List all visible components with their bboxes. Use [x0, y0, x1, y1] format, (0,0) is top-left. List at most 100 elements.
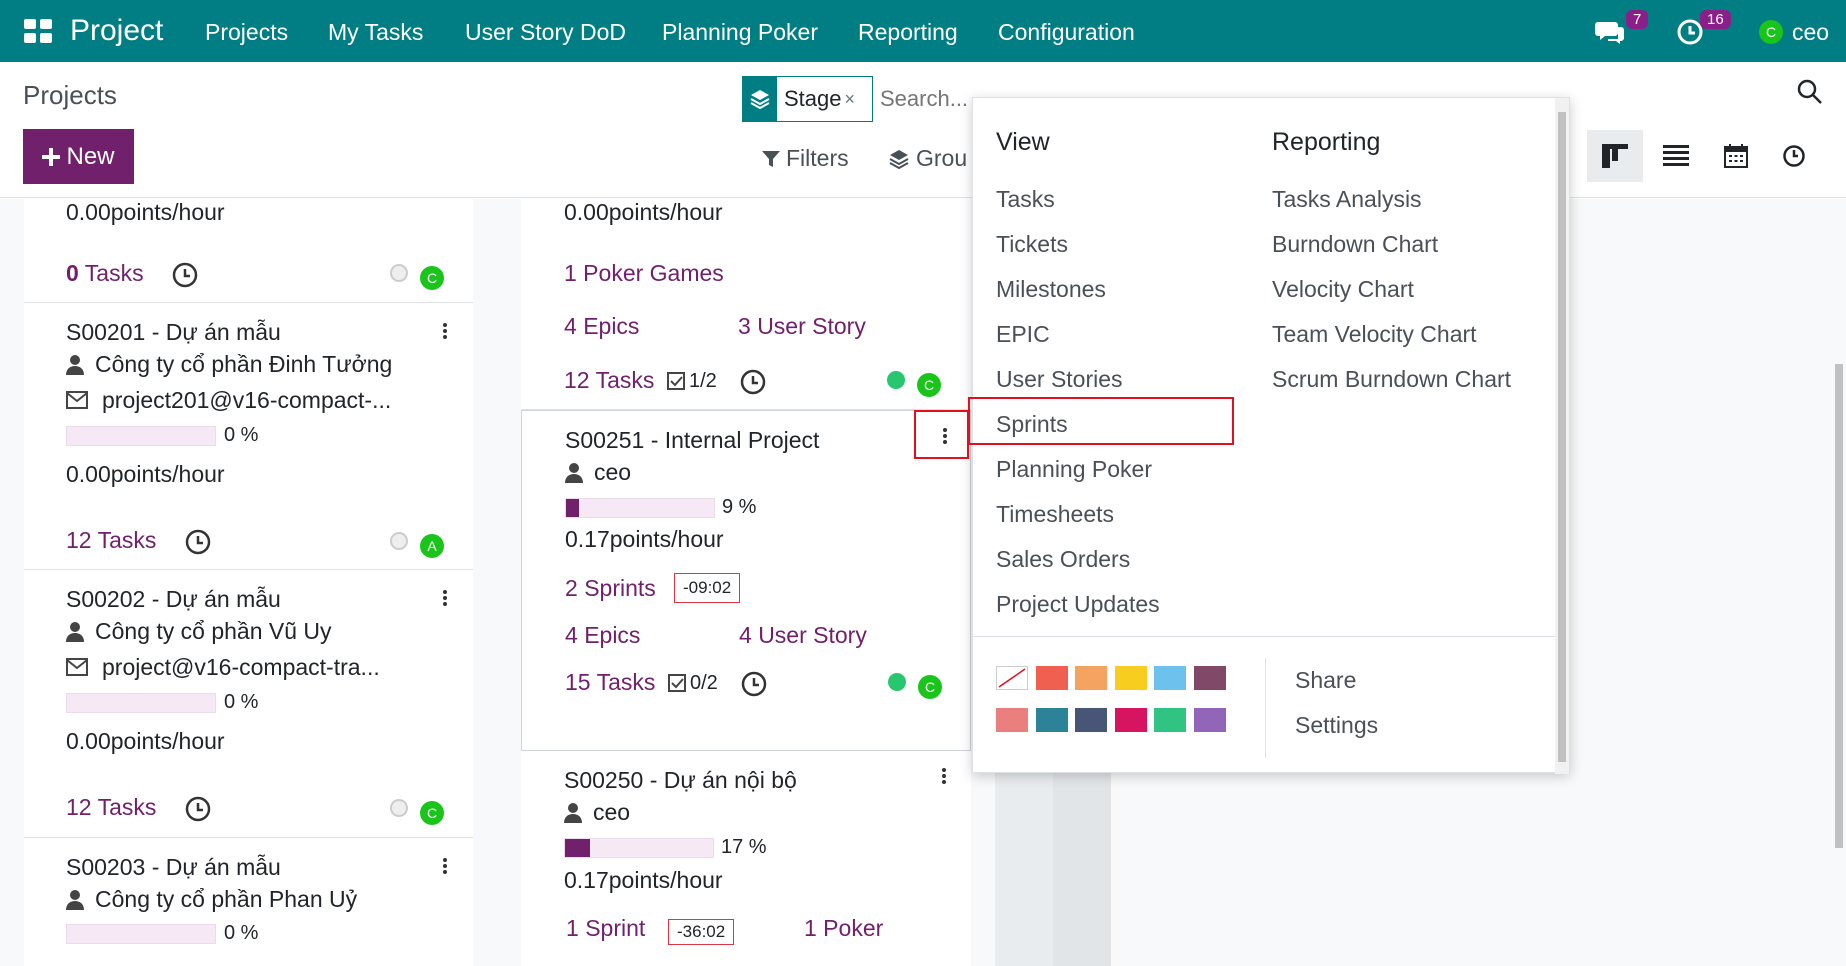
facet-remove-icon[interactable]: ×	[845, 89, 856, 110]
status-dot[interactable]	[390, 799, 408, 817]
customer-name: Công ty cổ phần Phan Uỷ	[95, 886, 358, 912]
list-view-button[interactable]	[1648, 130, 1704, 182]
color-swatch-purple[interactable]	[1194, 708, 1226, 732]
progress-text: 0 %	[224, 424, 259, 446]
user-avatar[interactable]: C	[1759, 20, 1783, 44]
search-icon[interactable]	[1796, 78, 1826, 108]
dropdown-item-velocity-chart[interactable]: Velocity Chart	[1272, 276, 1414, 303]
activity-clock-icon[interactable]	[739, 368, 767, 401]
dropdown-item-tickets[interactable]: Tickets	[996, 231, 1068, 258]
page-scrollbar[interactable]	[1832, 199, 1846, 966]
card-kebab-icon[interactable]	[440, 588, 450, 610]
kanban-view-button[interactable]	[1587, 130, 1643, 182]
user-avatar[interactable]: A	[420, 534, 444, 558]
dropdown-item-epic[interactable]: EPIC	[996, 321, 1050, 348]
sprints-link[interactable]: 1 Sprint	[566, 915, 645, 942]
groupby-toggle[interactable]: Grou	[888, 145, 967, 172]
user-avatar[interactable]: C	[918, 675, 942, 699]
project-card[interactable]: S00203 - Dự án mẫu Công ty cổ phần Phan …	[24, 838, 473, 966]
dropdown-item-sales-orders[interactable]: Sales Orders	[996, 546, 1130, 573]
search-input[interactable]	[880, 80, 980, 118]
status-dot[interactable]	[390, 532, 408, 550]
project-card[interactable]: S00202 - Dự án mẫu Công ty cổ phần Vũ Uy…	[24, 570, 473, 838]
calendar-view-button[interactable]	[1708, 130, 1764, 182]
dropdown-item-timesheets[interactable]: Timesheets	[996, 501, 1114, 528]
poker-games-link[interactable]: 1 Poker Games	[564, 260, 724, 287]
color-swatch-medium-blue[interactable]	[1036, 708, 1068, 732]
status-dot[interactable]	[887, 371, 905, 389]
activity-clock-icon[interactable]	[740, 670, 768, 703]
color-swatch-dark-purple[interactable]	[1194, 666, 1226, 690]
color-swatch-none[interactable]	[996, 666, 1028, 690]
user-avatar[interactable]: C	[420, 801, 444, 825]
menu-configuration[interactable]: Configuration	[998, 19, 1135, 46]
color-swatch-fuchsia[interactable]	[1115, 708, 1147, 732]
search-facet-stage[interactable]: Stage ×	[742, 76, 873, 122]
project-email[interactable]: project@v16-compact-tra...	[102, 654, 380, 681]
poker-games-link[interactable]: 1 Poker	[804, 915, 883, 942]
user-story-link[interactable]: 4 User Story	[739, 622, 867, 649]
color-swatch-dark-blue[interactable]	[1075, 708, 1107, 732]
dropdown-item-tasks-analysis[interactable]: Tasks Analysis	[1272, 186, 1422, 213]
activity-clock-icon[interactable]	[171, 261, 199, 294]
project-title: S00250 - Dự án nội bộ	[564, 767, 797, 793]
menu-my-tasks[interactable]: My Tasks	[328, 19, 423, 46]
activity-clock-icon[interactable]	[184, 795, 212, 828]
project-card[interactable]: S00201 - Dự án mẫu Công ty cổ phần Đinh …	[24, 303, 473, 570]
dropdown-item-project-updates[interactable]: Project Updates	[996, 591, 1160, 618]
epics-link[interactable]: 4 Epics	[564, 313, 639, 340]
activity-view-button[interactable]	[1766, 130, 1822, 182]
dropdown-item-team-velocity-chart[interactable]: Team Velocity Chart	[1272, 321, 1477, 348]
dropdown-item-scrum-burndown-chart[interactable]: Scrum Burndown Chart	[1272, 366, 1511, 393]
project-card[interactable]: 0.00points/hour 1 Poker Games 4 Epics 3 …	[521, 199, 971, 410]
user-name[interactable]: ceo	[1792, 19, 1829, 46]
tasks-link[interactable]: 15 Tasks	[565, 669, 655, 696]
progress-bar	[66, 693, 216, 713]
page-title[interactable]: Projects	[23, 80, 117, 111]
epics-link[interactable]: 4 Epics	[565, 622, 640, 649]
user-avatar[interactable]: C	[917, 373, 941, 397]
color-swatch-salmon[interactable]	[996, 708, 1028, 732]
filters-toggle[interactable]: Filters	[762, 145, 849, 172]
menu-planning-poker[interactable]: Planning Poker	[662, 19, 818, 46]
user-story-link[interactable]: 3 User Story	[738, 313, 866, 340]
new-button[interactable]: New	[23, 129, 134, 184]
dropdown-item-tasks[interactable]: Tasks	[996, 186, 1055, 213]
dropdown-item-milestones[interactable]: Milestones	[996, 276, 1106, 303]
sprints-link[interactable]: 2 Sprints	[565, 575, 656, 602]
tasks-link[interactable]: 0 Tasks	[66, 260, 144, 287]
color-swatch-light-blue[interactable]	[1154, 666, 1186, 690]
tasks-link[interactable]: 12 Tasks	[66, 794, 156, 821]
menu-user-story-dod[interactable]: User Story DoD	[465, 19, 626, 46]
app-brand[interactable]: Project	[70, 14, 163, 48]
project-email[interactable]: project201@v16-compact-...	[102, 387, 391, 414]
status-dot[interactable]	[888, 673, 906, 691]
epics-label: Epics	[583, 313, 640, 339]
card-kebab-icon[interactable]	[440, 321, 450, 343]
apps-menu-icon[interactable]	[24, 19, 52, 43]
dropdown-item-planning-poker[interactable]: Planning Poker	[996, 456, 1152, 483]
project-card-internal[interactable]: S00251 - Internal Project ceo 9 % 0.17po…	[521, 410, 971, 751]
activity-badge: 16	[1700, 10, 1731, 29]
messages-icon[interactable]	[1595, 18, 1625, 46]
tasks-link[interactable]: 12 Tasks	[564, 367, 654, 394]
dropdown-item-share[interactable]: Share	[1295, 667, 1356, 694]
activity-clock-icon[interactable]	[184, 528, 212, 561]
dropdown-item-user-stories[interactable]: User Stories	[996, 366, 1123, 393]
status-dot[interactable]	[390, 264, 408, 282]
dropdown-item-settings[interactable]: Settings	[1295, 712, 1378, 739]
menu-projects[interactable]: Projects	[205, 19, 288, 46]
color-swatch-orange[interactable]	[1075, 666, 1107, 690]
card-kebab-icon[interactable]	[939, 766, 949, 788]
menu-reporting[interactable]: Reporting	[858, 19, 958, 46]
tasks-link[interactable]: 12 Tasks	[66, 527, 156, 554]
user-avatar[interactable]: C	[420, 266, 444, 290]
card-kebab-icon[interactable]	[440, 856, 450, 878]
project-card[interactable]: S00250 - Dự án nội bộ ceo 17 % 0.17point…	[521, 751, 971, 966]
dropdown-scrollbar[interactable]	[1555, 98, 1569, 774]
color-swatch-red[interactable]	[1036, 666, 1068, 690]
color-swatch-green[interactable]	[1154, 708, 1186, 732]
dropdown-item-burndown-chart[interactable]: Burndown Chart	[1272, 231, 1438, 258]
project-card[interactable]: 0.00points/hour 0 Tasks C	[24, 199, 473, 303]
color-swatch-yellow[interactable]	[1115, 666, 1147, 690]
